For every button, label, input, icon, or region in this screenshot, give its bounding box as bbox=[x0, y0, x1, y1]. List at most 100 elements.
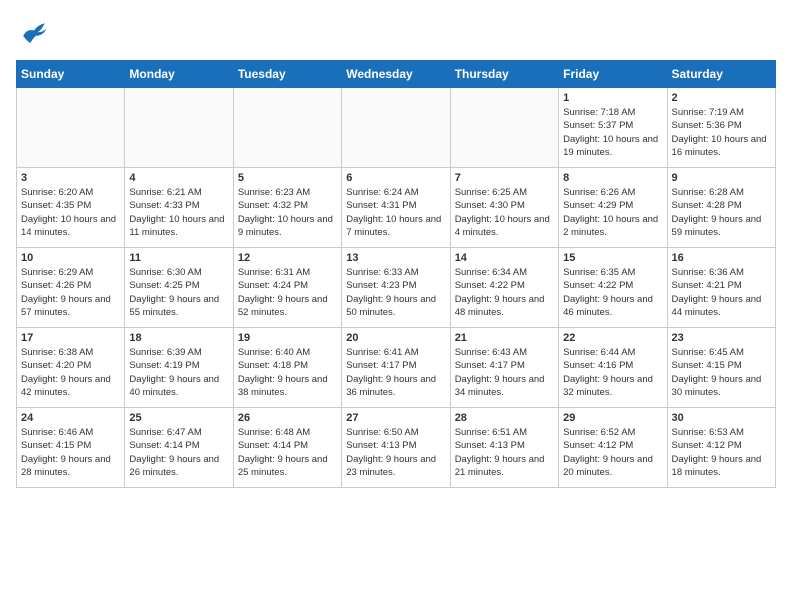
calendar-day-cell: 9 Sunrise: 6:28 AM Sunset: 4:28 PM Daylig… bbox=[667, 168, 775, 248]
day-info: Sunrise: 6:24 AM Sunset: 4:31 PM Dayligh… bbox=[346, 186, 445, 239]
day-info: Sunrise: 6:41 AM Sunset: 4:17 PM Dayligh… bbox=[346, 346, 445, 399]
calendar-day-cell: 20 Sunrise: 6:41 AM Sunset: 4:17 PM Dayli… bbox=[342, 328, 450, 408]
weekday-header-monday: Monday bbox=[125, 61, 233, 88]
calendar-table: SundayMondayTuesdayWednesdayThursdayFrid… bbox=[16, 60, 776, 488]
day-number: 9 bbox=[672, 172, 771, 184]
day-number: 22 bbox=[563, 332, 662, 344]
calendar-day-cell: 13 Sunrise: 6:33 AM Sunset: 4:23 PM Dayli… bbox=[342, 248, 450, 328]
calendar-day-cell: 28 Sunrise: 6:51 AM Sunset: 4:13 PM Dayli… bbox=[450, 408, 558, 488]
calendar-week-row: 24 Sunrise: 6:46 AM Sunset: 4:15 PM Dayli… bbox=[17, 408, 776, 488]
day-info: Sunrise: 6:40 AM Sunset: 4:18 PM Dayligh… bbox=[238, 346, 337, 399]
day-number: 18 bbox=[129, 332, 228, 344]
calendar-day-cell bbox=[450, 88, 558, 168]
day-info: Sunrise: 6:28 AM Sunset: 4:28 PM Dayligh… bbox=[672, 186, 771, 239]
page-header bbox=[16, 16, 776, 52]
day-number: 7 bbox=[455, 172, 554, 184]
day-info: Sunrise: 6:26 AM Sunset: 4:29 PM Dayligh… bbox=[563, 186, 662, 239]
calendar-day-cell bbox=[17, 88, 125, 168]
day-number: 21 bbox=[455, 332, 554, 344]
day-number: 12 bbox=[238, 252, 337, 264]
calendar-day-cell: 2 Sunrise: 7:19 AM Sunset: 5:36 PM Daylig… bbox=[667, 88, 775, 168]
day-number: 16 bbox=[672, 252, 771, 264]
day-info: Sunrise: 6:45 AM Sunset: 4:15 PM Dayligh… bbox=[672, 346, 771, 399]
day-info: Sunrise: 6:51 AM Sunset: 4:13 PM Dayligh… bbox=[455, 426, 554, 479]
day-number: 20 bbox=[346, 332, 445, 344]
calendar-day-cell: 24 Sunrise: 6:46 AM Sunset: 4:15 PM Dayli… bbox=[17, 408, 125, 488]
day-number: 30 bbox=[672, 412, 771, 424]
calendar-day-cell: 25Sunrise: 6:47 AM Sunset: 4:14 PM Dayli… bbox=[125, 408, 233, 488]
day-info: Sunrise: 7:18 AM Sunset: 5:37 PM Dayligh… bbox=[563, 106, 662, 159]
day-info: Sunrise: 6:30 AM Sunset: 4:25 PM Dayligh… bbox=[129, 266, 228, 319]
day-number: 11 bbox=[129, 252, 228, 264]
day-number: 6 bbox=[346, 172, 445, 184]
day-number: 15 bbox=[563, 252, 662, 264]
day-info: Sunrise: 6:44 AM Sunset: 4:16 PM Dayligh… bbox=[563, 346, 662, 399]
calendar-day-cell: 1Sunrise: 7:18 AM Sunset: 5:37 PM Daylig… bbox=[559, 88, 667, 168]
day-info: Sunrise: 6:39 AM Sunset: 4:19 PM Dayligh… bbox=[129, 346, 228, 399]
weekday-header-friday: Friday bbox=[559, 61, 667, 88]
day-info: Sunrise: 6:33 AM Sunset: 4:23 PM Dayligh… bbox=[346, 266, 445, 319]
day-info: Sunrise: 6:20 AM Sunset: 4:35 PM Dayligh… bbox=[21, 186, 120, 239]
calendar-day-cell: 4 Sunrise: 6:21 AM Sunset: 4:33 PM Daylig… bbox=[125, 168, 233, 248]
day-info: Sunrise: 6:36 AM Sunset: 4:21 PM Dayligh… bbox=[672, 266, 771, 319]
day-info: Sunrise: 6:38 AM Sunset: 4:20 PM Dayligh… bbox=[21, 346, 120, 399]
calendar-day-cell bbox=[233, 88, 341, 168]
day-number: 14 bbox=[455, 252, 554, 264]
calendar-week-row: 1Sunrise: 7:18 AM Sunset: 5:37 PM Daylig… bbox=[17, 88, 776, 168]
calendar-day-cell: 27Sunrise: 6:50 AM Sunset: 4:13 PM Dayli… bbox=[342, 408, 450, 488]
calendar-week-row: 10 Sunrise: 6:29 AM Sunset: 4:26 PM Dayli… bbox=[17, 248, 776, 328]
day-info: Sunrise: 6:52 AM Sunset: 4:12 PM Dayligh… bbox=[563, 426, 662, 479]
logo bbox=[16, 16, 56, 52]
day-info: Sunrise: 6:48 AM Sunset: 4:14 PM Dayligh… bbox=[238, 426, 337, 479]
day-info: Sunrise: 7:19 AM Sunset: 5:36 PM Dayligh… bbox=[672, 106, 771, 159]
logo-icon bbox=[16, 16, 52, 52]
day-info: Sunrise: 6:34 AM Sunset: 4:22 PM Dayligh… bbox=[455, 266, 554, 319]
day-number: 5 bbox=[238, 172, 337, 184]
day-info: Sunrise: 6:35 AM Sunset: 4:22 PM Dayligh… bbox=[563, 266, 662, 319]
calendar-day-cell: 15 Sunrise: 6:35 AM Sunset: 4:22 PM Dayli… bbox=[559, 248, 667, 328]
day-number: 3 bbox=[21, 172, 120, 184]
day-info: Sunrise: 6:53 AM Sunset: 4:12 PM Dayligh… bbox=[672, 426, 771, 479]
day-info: Sunrise: 6:29 AM Sunset: 4:26 PM Dayligh… bbox=[21, 266, 120, 319]
day-number: 17 bbox=[21, 332, 120, 344]
day-info: Sunrise: 6:43 AM Sunset: 4:17 PM Dayligh… bbox=[455, 346, 554, 399]
day-number: 10 bbox=[21, 252, 120, 264]
calendar-day-cell: 17 Sunrise: 6:38 AM Sunset: 4:20 PM Dayli… bbox=[17, 328, 125, 408]
calendar-day-cell: 19Sunrise: 6:40 AM Sunset: 4:18 PM Dayli… bbox=[233, 328, 341, 408]
day-info: Sunrise: 6:31 AM Sunset: 4:24 PM Dayligh… bbox=[238, 266, 337, 319]
calendar-day-cell: 12 Sunrise: 6:31 AM Sunset: 4:24 PM Dayli… bbox=[233, 248, 341, 328]
calendar-day-cell: 29Sunrise: 6:52 AM Sunset: 4:12 PM Dayli… bbox=[559, 408, 667, 488]
day-number: 2 bbox=[672, 92, 771, 104]
calendar-day-cell: 18 Sunrise: 6:39 AM Sunset: 4:19 PM Dayli… bbox=[125, 328, 233, 408]
calendar-day-cell: 3 Sunrise: 6:20 AM Sunset: 4:35 PM Daylig… bbox=[17, 168, 125, 248]
day-info: Sunrise: 6:46 AM Sunset: 4:15 PM Dayligh… bbox=[21, 426, 120, 479]
calendar-day-cell: 16 Sunrise: 6:36 AM Sunset: 4:21 PM Dayli… bbox=[667, 248, 775, 328]
calendar-header-row: SundayMondayTuesdayWednesdayThursdayFrid… bbox=[17, 61, 776, 88]
day-number: 23 bbox=[672, 332, 771, 344]
calendar-day-cell: 6 Sunrise: 6:24 AM Sunset: 4:31 PM Daylig… bbox=[342, 168, 450, 248]
day-number: 4 bbox=[129, 172, 228, 184]
calendar-week-row: 17 Sunrise: 6:38 AM Sunset: 4:20 PM Dayli… bbox=[17, 328, 776, 408]
day-number: 24 bbox=[21, 412, 120, 424]
weekday-header-sunday: Sunday bbox=[17, 61, 125, 88]
calendar-day-cell: 26 Sunrise: 6:48 AM Sunset: 4:14 PM Dayli… bbox=[233, 408, 341, 488]
calendar-day-cell: 23 Sunrise: 6:45 AM Sunset: 4:15 PM Dayli… bbox=[667, 328, 775, 408]
calendar-day-cell: 14 Sunrise: 6:34 AM Sunset: 4:22 PM Dayli… bbox=[450, 248, 558, 328]
day-info: Sunrise: 6:25 AM Sunset: 4:30 PM Dayligh… bbox=[455, 186, 554, 239]
weekday-header-saturday: Saturday bbox=[667, 61, 775, 88]
day-info: Sunrise: 6:23 AM Sunset: 4:32 PM Dayligh… bbox=[238, 186, 337, 239]
day-info: Sunrise: 6:50 AM Sunset: 4:13 PM Dayligh… bbox=[346, 426, 445, 479]
calendar-day-cell: 21 Sunrise: 6:43 AM Sunset: 4:17 PM Dayli… bbox=[450, 328, 558, 408]
day-info: Sunrise: 6:21 AM Sunset: 4:33 PM Dayligh… bbox=[129, 186, 228, 239]
calendar-day-cell bbox=[342, 88, 450, 168]
calendar-week-row: 3 Sunrise: 6:20 AM Sunset: 4:35 PM Daylig… bbox=[17, 168, 776, 248]
day-number: 26 bbox=[238, 412, 337, 424]
calendar-day-cell: 30 Sunrise: 6:53 AM Sunset: 4:12 PM Dayli… bbox=[667, 408, 775, 488]
day-number: 28 bbox=[455, 412, 554, 424]
weekday-header-wednesday: Wednesday bbox=[342, 61, 450, 88]
weekday-header-thursday: Thursday bbox=[450, 61, 558, 88]
calendar-day-cell: 22 Sunrise: 6:44 AM Sunset: 4:16 PM Dayli… bbox=[559, 328, 667, 408]
day-info: Sunrise: 6:47 AM Sunset: 4:14 PM Dayligh… bbox=[129, 426, 228, 479]
weekday-header-tuesday: Tuesday bbox=[233, 61, 341, 88]
day-number: 13 bbox=[346, 252, 445, 264]
